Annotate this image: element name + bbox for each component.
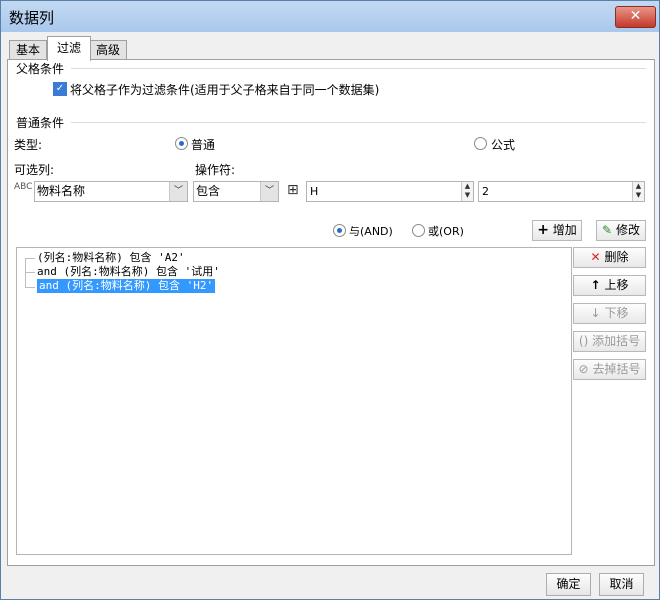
bracket-icon: () [578, 334, 589, 348]
add-bracket-label: 添加括号 [592, 334, 641, 348]
parent-filter-label: 将父格子作为过滤条件(适用于父子格来自于同一个数据集) [70, 83, 380, 97]
condition-list[interactable]: (列名:物料名称) 包含 'A2' and (列名:物料名称) 包含 '试用' … [16, 247, 572, 555]
tab-filter[interactable]: 过滤 [47, 36, 91, 61]
column-label: 可选列: [14, 163, 55, 177]
delete-button[interactable]: ✕ 删除 [573, 247, 646, 268]
chevron-down-icon: ﹀ [169, 182, 187, 201]
remove-bracket-icon: ⊘ [578, 362, 589, 376]
or-label: 或(OR) [428, 225, 464, 238]
tab-advanced[interactable]: 高级 [89, 40, 127, 60]
arrow-down-icon: ↓ [590, 306, 601, 320]
column-value: 物料名称 [37, 184, 86, 198]
column-select[interactable]: ABC 物料名称 ﹀ [14, 181, 188, 202]
plus-icon: + [537, 222, 549, 238]
close-button[interactable]: ✕ [615, 6, 656, 28]
close-icon: ✕ [629, 8, 642, 24]
type-formula-radio[interactable] [474, 137, 487, 150]
and-radio[interactable] [333, 224, 346, 237]
section-divider [71, 68, 646, 69]
count-input[interactable]: 2 ▲ ▼ [478, 181, 645, 202]
dialog-window: 数据列 ✕ 基本 过滤 高级 父格条件 ✓ 将父格子作为过滤条件(适用于父子格来… [0, 0, 660, 600]
type-label: 类型: [14, 138, 43, 152]
spinner-icon[interactable]: ▲ ▼ [461, 182, 473, 201]
list-item-selected[interactable]: and (列名:物料名称) 包含 'H2' [37, 279, 216, 293]
parent-condition-title: 父格条件 [16, 62, 65, 76]
modify-button[interactable]: ✎ 修改 [596, 220, 646, 241]
value-text: H [310, 185, 319, 198]
type-normal-radio[interactable] [175, 137, 188, 150]
remove-bracket-button[interactable]: ⊘ 去掉括号 [573, 359, 646, 380]
title-bar[interactable]: 数据列 ✕ [1, 1, 659, 32]
move-up-button[interactable]: ↑ 上移 [573, 275, 646, 296]
tree-line [25, 258, 35, 259]
operator-value: 包含 [196, 184, 221, 198]
column-type-icon: ABC [14, 182, 33, 192]
list-item[interactable]: and (列名:物料名称) 包含 '试用' [37, 265, 220, 279]
add-bracket-button[interactable]: () 添加括号 [573, 331, 646, 352]
section-divider [71, 122, 646, 123]
delete-label: 删除 [604, 250, 629, 264]
window-title: 数据列 [9, 9, 55, 27]
add-label: 增加 [552, 223, 577, 237]
value-type-icon[interactable]: ⊞ [287, 181, 299, 199]
ok-button[interactable]: 确定 [546, 573, 591, 596]
tree-line [25, 287, 35, 288]
value-input[interactable]: H ▲ ▼ [306, 181, 474, 202]
modify-label: 修改 [615, 223, 640, 237]
list-item[interactable]: (列名:物料名称) 包含 'A2' [37, 251, 185, 265]
delete-icon: ✕ [590, 250, 601, 264]
type-normal-label: 普通 [191, 138, 216, 152]
operator-select[interactable]: 包含 ﹀ [193, 181, 279, 202]
check-icon: ✓ [55, 83, 65, 94]
count-text: 2 [482, 185, 489, 198]
and-label: 与(AND) [349, 225, 393, 238]
move-down-button[interactable]: ↓ 下移 [573, 303, 646, 324]
chevron-down-icon: ﹀ [260, 182, 278, 201]
remove-bracket-label: 去掉括号 [592, 362, 641, 376]
or-radio[interactable] [412, 224, 425, 237]
add-button[interactable]: + 增加 [532, 220, 582, 241]
move-down-label: 下移 [604, 306, 629, 320]
type-formula-label: 公式 [491, 138, 516, 152]
normal-condition-title: 普通条件 [16, 116, 65, 130]
edit-icon: ✎ [602, 223, 613, 237]
arrow-up-icon: ↑ [590, 278, 601, 292]
tree-line [25, 272, 35, 273]
move-up-label: 上移 [604, 278, 629, 292]
spinner-icon[interactable]: ▲ ▼ [632, 182, 644, 201]
operator-label: 操作符: [195, 163, 236, 177]
tab-basic[interactable]: 基本 [9, 40, 47, 60]
parent-filter-checkbox[interactable]: ✓ [53, 82, 67, 96]
cancel-button[interactable]: 取消 [599, 573, 644, 596]
